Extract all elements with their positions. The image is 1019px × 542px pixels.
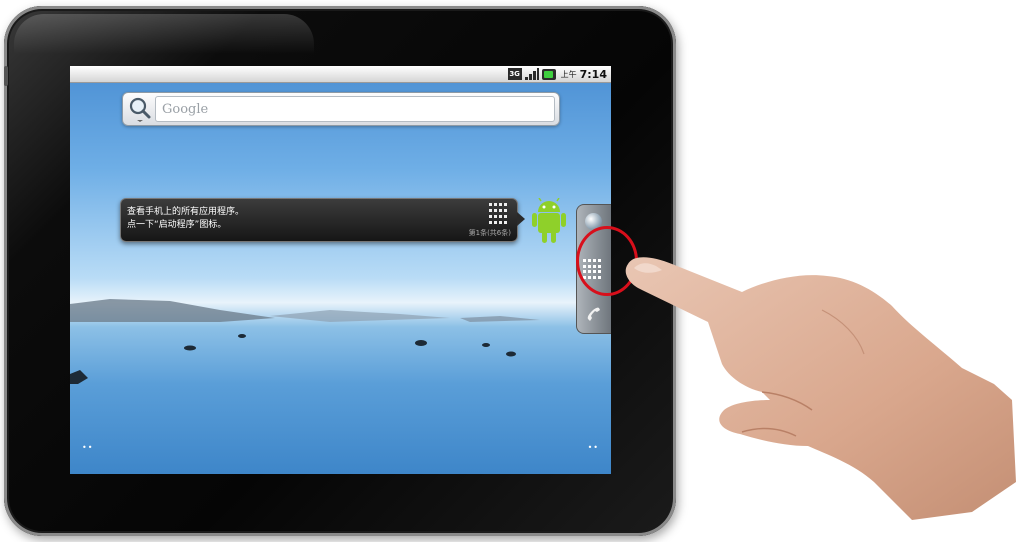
- wallpaper: [70, 299, 540, 384]
- tutorial-tooltip: 查看手机上的所有应用程序。 点一下“启动程序”图标。 第1条(共6条): [120, 198, 525, 242]
- tooltip-line-1: 查看手机上的所有应用程序。: [127, 207, 245, 217]
- search-input[interactable]: [156, 97, 554, 121]
- app-grid-icon: [489, 203, 511, 225]
- power-button[interactable]: [4, 66, 8, 86]
- google-search-widget[interactable]: [122, 92, 560, 126]
- page-dots-right[interactable]: ••: [588, 443, 599, 452]
- phone-icon[interactable]: [585, 305, 603, 323]
- network-3g-icon: 3G: [507, 68, 522, 80]
- page-dots-left[interactable]: ••: [82, 443, 93, 452]
- battery-icon: [541, 68, 556, 80]
- tooltip-line-2: 点一下“启动程序”图标。: [127, 220, 227, 230]
- tooltip-page-indicator: 第1条(共6条): [468, 229, 511, 237]
- status-time: 7:14: [579, 67, 607, 81]
- home-screen: 3G 上午 7:14 查看手机上的所有应用程序。 点一下“启动程序”图标。 第1…: [70, 66, 611, 474]
- search-icon[interactable]: [127, 95, 153, 123]
- tablet-gloss: [14, 14, 314, 54]
- tooltip-arrow: [517, 212, 525, 226]
- search-field[interactable]: [155, 96, 555, 122]
- status-bar: 3G 上午 7:14: [70, 66, 611, 83]
- pointing-hand: [625, 257, 1016, 520]
- signal-icon: [524, 68, 539, 80]
- status-ampm: 上午: [560, 69, 577, 79]
- android-mascot-icon: [532, 198, 566, 243]
